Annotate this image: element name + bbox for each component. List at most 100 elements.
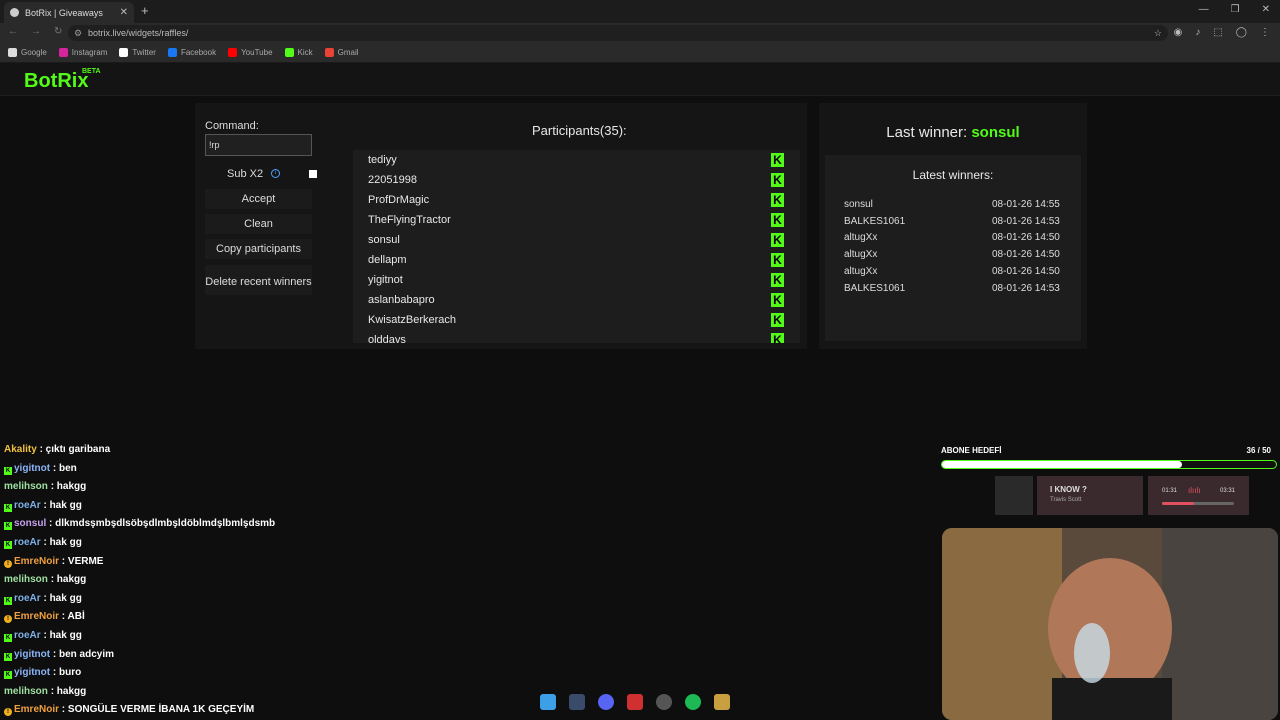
volume-icon[interactable]: ♪ [1195, 27, 1200, 38]
winner-time: 08-01-26 14:55 [992, 199, 1060, 210]
windows-start-icon[interactable] [540, 694, 556, 710]
chat-text: : çıktı garibana [39, 444, 111, 455]
reload-icon[interactable]: ↻ [54, 26, 62, 37]
now-playing-widget: I KNOW ? Travis Scott 01:31 ılıılı 03:31 [995, 476, 1249, 515]
elapsed-time: 01:31 [1162, 488, 1178, 494]
participant-row: TheFlyingTractor K [353, 210, 800, 230]
participant-row: 22051998 K [353, 170, 800, 190]
new-tab-button[interactable]: + [141, 3, 149, 18]
winner-name: altugXx [844, 265, 878, 277]
nav-buttons: ← → ↻ [8, 26, 62, 37]
kick-badge-icon: K [4, 466, 12, 475]
kick-icon: K [771, 273, 784, 287]
app-icon[interactable] [569, 694, 585, 710]
youtube-icon [228, 48, 238, 57]
profile-icon[interactable]: ◯ [1236, 27, 1247, 38]
close-tab-icon[interactable]: ✕ [120, 7, 128, 18]
participant-row: yigitnot K [353, 270, 800, 290]
chat-text: : hakgg [50, 481, 87, 493]
bookmark-twitter[interactable]: Twitter [119, 48, 156, 57]
kick-icon: K [771, 193, 784, 207]
accept-button[interactable]: Accept [205, 189, 312, 209]
bookmark-star-icon[interactable]: ☆ [1154, 25, 1162, 41]
chat-text: : ABİ [61, 611, 85, 623]
participant-row: KwisatzBerkerach K [353, 310, 800, 330]
kick-icon: K [771, 153, 784, 167]
og-badge-icon: ! [4, 559, 12, 568]
bookmark-google[interactable]: Google [8, 48, 47, 57]
chat-message: ! EmreNoir : SONGÜLE VERME İBANA 1K GEÇEY… [4, 704, 255, 717]
minimize-icon[interactable]: — [1199, 4, 1209, 15]
url-field[interactable]: ⚙ botrix.live/widgets/raffles/ ☆ [68, 25, 1168, 41]
sub-x2-checkbox[interactable] [309, 170, 317, 178]
close-window-icon[interactable]: ✕ [1262, 4, 1270, 15]
winner-row: sonsul 08-01-26 14:55 [844, 199, 1064, 210]
chat-text: : ben adcyim [52, 648, 115, 660]
participant-name: tediyy [368, 154, 397, 166]
sub-x2-label: Sub X2 [227, 168, 264, 180]
chat-message: Akality : çıktı garibana [4, 444, 110, 455]
extension-icon[interactable]: ◉ [1174, 27, 1183, 38]
participant-name: 22051998 [368, 174, 417, 186]
chat-message: KroeAr : hak gg [4, 593, 82, 605]
botrix-logo[interactable]: BotRix BETA [24, 68, 101, 93]
participant-row: tediyy K [353, 150, 800, 170]
kick-icon: K [771, 333, 784, 343]
facebook-icon [167, 48, 177, 57]
chat-text: : SONGÜLE VERME İBANA 1K GEÇEYİM [61, 704, 255, 716]
winner-row: altugXx 08-01-26 14:50 [844, 232, 1064, 243]
chat-username: EmreNoir [14, 704, 60, 716]
winner-row: altugXx 08-01-26 14:50 [844, 249, 1064, 260]
participant-name: TheFlyingTractor [368, 214, 451, 226]
bookmark-youtube[interactable]: YouTube [228, 48, 273, 57]
sub-goal-count: 36 / 50 [1246, 446, 1271, 455]
bookmarks-bar: Google Instagram Twitter Facebook YouTube Kic… [0, 43, 1280, 63]
chat-username: melihson [4, 685, 48, 697]
bookmark-instagram[interactable]: Instagram [58, 48, 107, 57]
menu-icon[interactable]: ⋮ [1260, 27, 1270, 38]
winner-name: altugXx [844, 249, 878, 261]
forward-icon[interactable]: → [31, 26, 41, 37]
chat-username: melihson [4, 481, 48, 493]
waveform-icon: ılıılı [1188, 486, 1201, 495]
browser-tab[interactable]: BotRix | Giveaways ✕ [4, 2, 134, 23]
extension-icons: ◉ ♪ ⬚ ◯ ⋮ [1174, 27, 1270, 38]
bookmark-gmail[interactable]: Gmail [324, 48, 359, 57]
info-icon[interactable]: i [271, 169, 280, 178]
chat-text: : hakgg [50, 685, 87, 697]
app-red-icon[interactable] [627, 694, 643, 710]
bookmark-facebook[interactable]: Facebook [167, 48, 216, 57]
site-header: BotRix BETA [0, 63, 1280, 96]
maximize-icon[interactable]: ❐ [1231, 4, 1240, 15]
beta-badge: BETA [82, 68, 101, 75]
back-icon[interactable]: ← [8, 26, 18, 37]
kick-icon: K [771, 293, 784, 307]
track-artist: Travis Scott [1050, 497, 1082, 503]
clean-button[interactable]: Clean [205, 214, 312, 234]
spotify-icon[interactable] [685, 694, 701, 710]
participant-row: ProfDrMagic K [353, 190, 800, 210]
bookmark-kick[interactable]: Kick [284, 48, 313, 57]
track-info: I KNOW ? Travis Scott [1037, 476, 1143, 515]
winner-name: BALKES1061 [844, 215, 906, 227]
participant-name: olddays [368, 334, 406, 343]
chat-username: EmreNoir [14, 611, 60, 623]
participants-list[interactable]: tediyy K 22051998 K ProfDrMagic K TheFlyingTra… [353, 150, 800, 343]
delete-recent-winners-button[interactable]: Delete recent winners [205, 265, 312, 295]
copy-participants-button[interactable]: Copy participants [205, 239, 312, 259]
site-info-icon[interactable]: ⚙ [74, 25, 82, 41]
latest-winners-title: Latest winners: [912, 168, 994, 182]
og-badge-icon: ! [4, 615, 12, 624]
chat-username: yigitnot [14, 462, 51, 474]
chat-message: ! EmreNoir : ABİ [4, 611, 85, 624]
gmail-icon [324, 48, 334, 57]
puzzle-icon[interactable]: ⬚ [1213, 27, 1222, 38]
chat-message: melihson : hakgg [4, 481, 86, 492]
track-timeline: 01:31 ılıılı 03:31 [1148, 476, 1249, 515]
track-title: I KNOW ? [1050, 485, 1087, 494]
chrome-icon[interactable] [656, 694, 672, 710]
app-gold-icon[interactable] [714, 694, 730, 710]
discord-icon[interactable] [598, 694, 614, 710]
chat-username: melihson [4, 574, 48, 586]
command-input[interactable] [205, 134, 312, 156]
